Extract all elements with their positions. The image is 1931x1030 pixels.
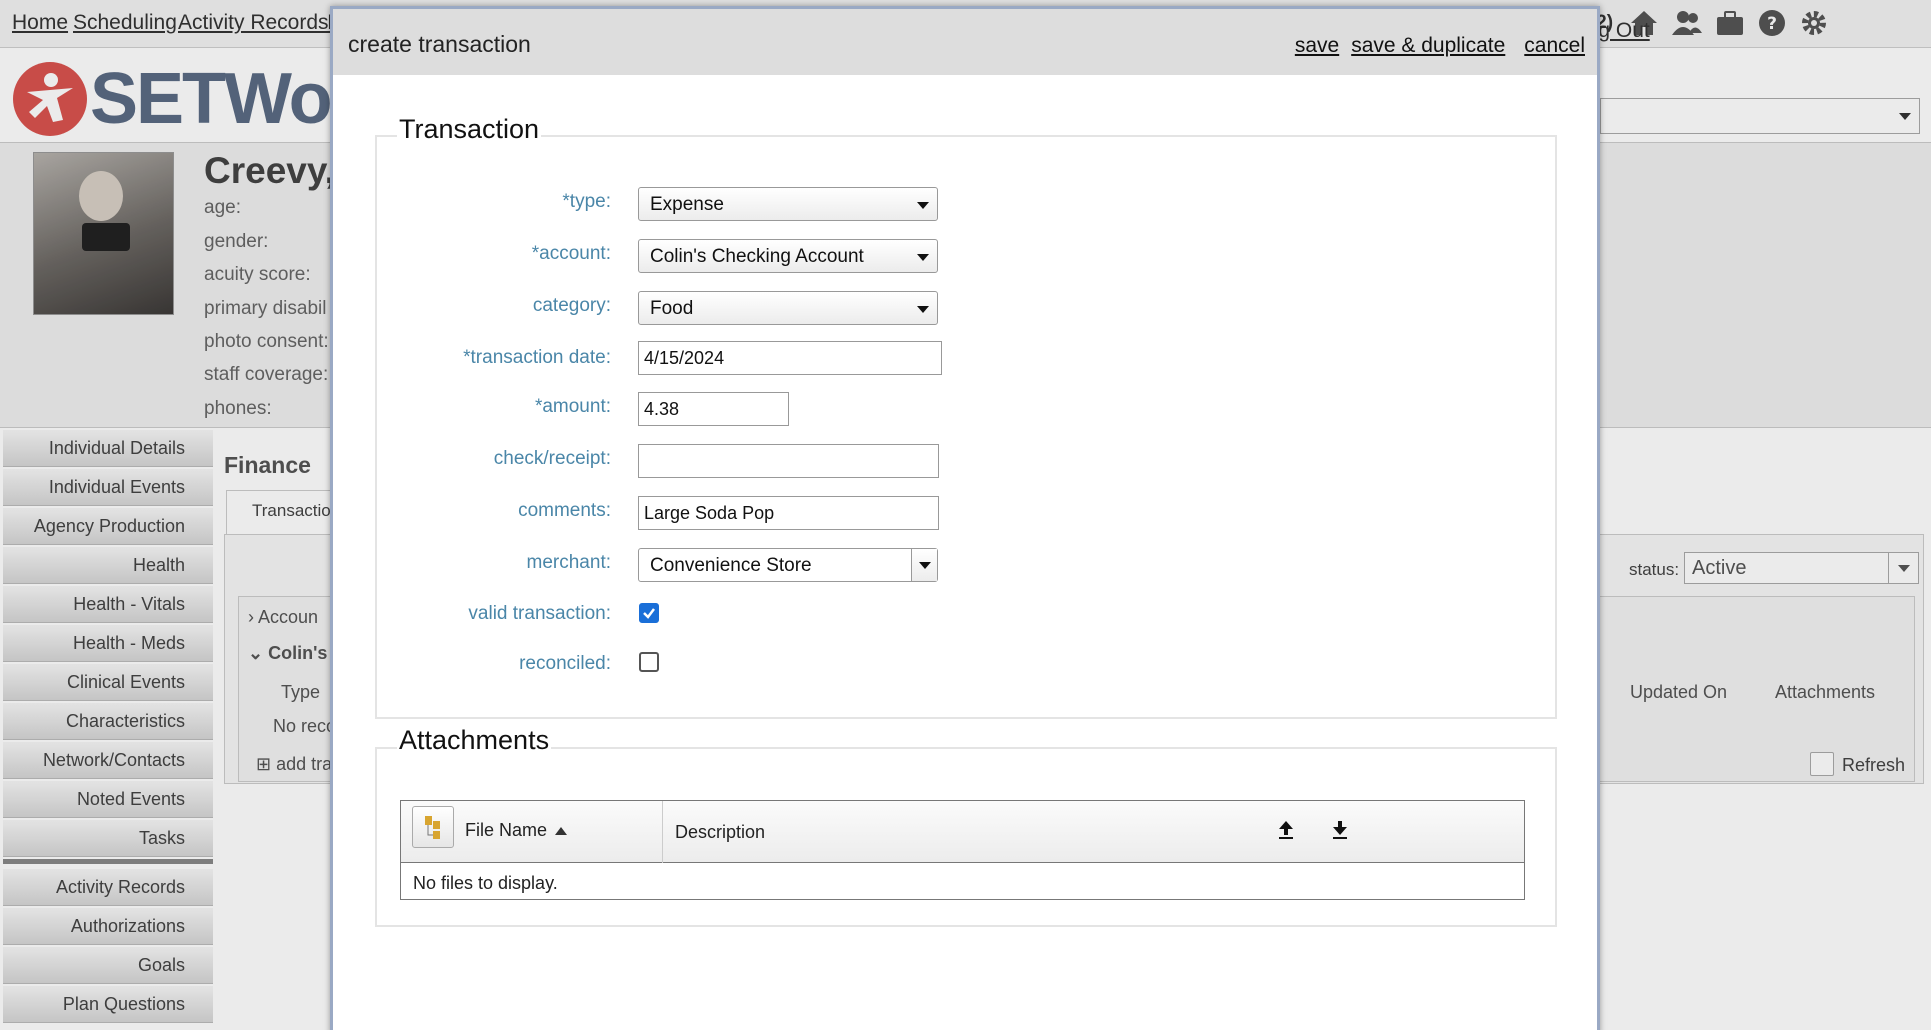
save-button[interactable]: save [1295, 34, 1339, 58]
merchant-combobox[interactable]: Convenience Store [638, 548, 938, 582]
category-label: category: [532, 295, 611, 316]
category-select[interactable]: Food [638, 291, 938, 325]
account-select[interactable]: Colin's Checking Account [638, 239, 938, 273]
check-receipt-label: check/receipt: [493, 448, 611, 469]
transaction-fieldset [375, 135, 1557, 719]
account-label: *account: [531, 243, 611, 264]
transaction-date-input[interactable]: 4/15/2024 [638, 341, 942, 375]
reconciled-label: reconciled: [519, 653, 611, 674]
type-label: *type: [562, 191, 611, 212]
amount-label: *amount: [534, 396, 611, 417]
save-duplicate-button[interactable]: save & duplicate [1351, 34, 1505, 58]
type-select[interactable]: Expense [638, 187, 938, 221]
amount-input[interactable]: 4.38 [638, 392, 789, 426]
cancel-button[interactable]: cancel [1524, 34, 1585, 58]
category-value: Food [650, 298, 694, 319]
comments-input[interactable]: Large Soda Pop [638, 496, 939, 530]
merchant-label: merchant: [526, 552, 611, 573]
attachments-table: File Name Description No files to displa… [400, 800, 1525, 900]
transaction-legend: Transaction [397, 114, 542, 145]
merchant-value: Convenience Store [650, 555, 812, 576]
dialog-header: create transaction save save & duplicate… [333, 9, 1597, 75]
column-chooser-icon [425, 816, 440, 839]
file-name-header: File Name [465, 820, 548, 840]
upload-icon[interactable] [1278, 820, 1294, 840]
reconciled-checkbox[interactable] [639, 652, 659, 672]
checkmark-icon [643, 608, 655, 619]
valid-transaction-checkbox[interactable] [639, 603, 659, 623]
sort-ascending-icon [555, 827, 567, 835]
column-chooser-button[interactable] [412, 806, 454, 848]
account-value: Colin's Checking Account [650, 246, 864, 267]
file-name-column[interactable]: File Name [401, 801, 663, 863]
valid-transaction-label: valid transaction: [468, 603, 611, 624]
no-files-message: No files to display. [413, 873, 558, 893]
description-header[interactable]: Description [675, 822, 765, 843]
dialog-title: create transaction [348, 31, 531, 57]
chevron-down-icon[interactable] [911, 549, 937, 581]
check-receipt-input[interactable] [638, 444, 939, 478]
dialog-actions: save save & duplicate cancel [1295, 34, 1585, 58]
type-value: Expense [650, 194, 724, 215]
chevron-down-icon [917, 254, 929, 261]
attachments-legend: Attachments [397, 725, 552, 756]
comments-label: comments: [518, 500, 611, 521]
download-icon[interactable] [1332, 820, 1348, 840]
chevron-down-icon [917, 306, 929, 313]
chevron-down-icon [917, 202, 929, 209]
attachments-table-header: File Name Description [401, 801, 1524, 863]
transaction-date-label: *transaction date: [463, 347, 611, 368]
